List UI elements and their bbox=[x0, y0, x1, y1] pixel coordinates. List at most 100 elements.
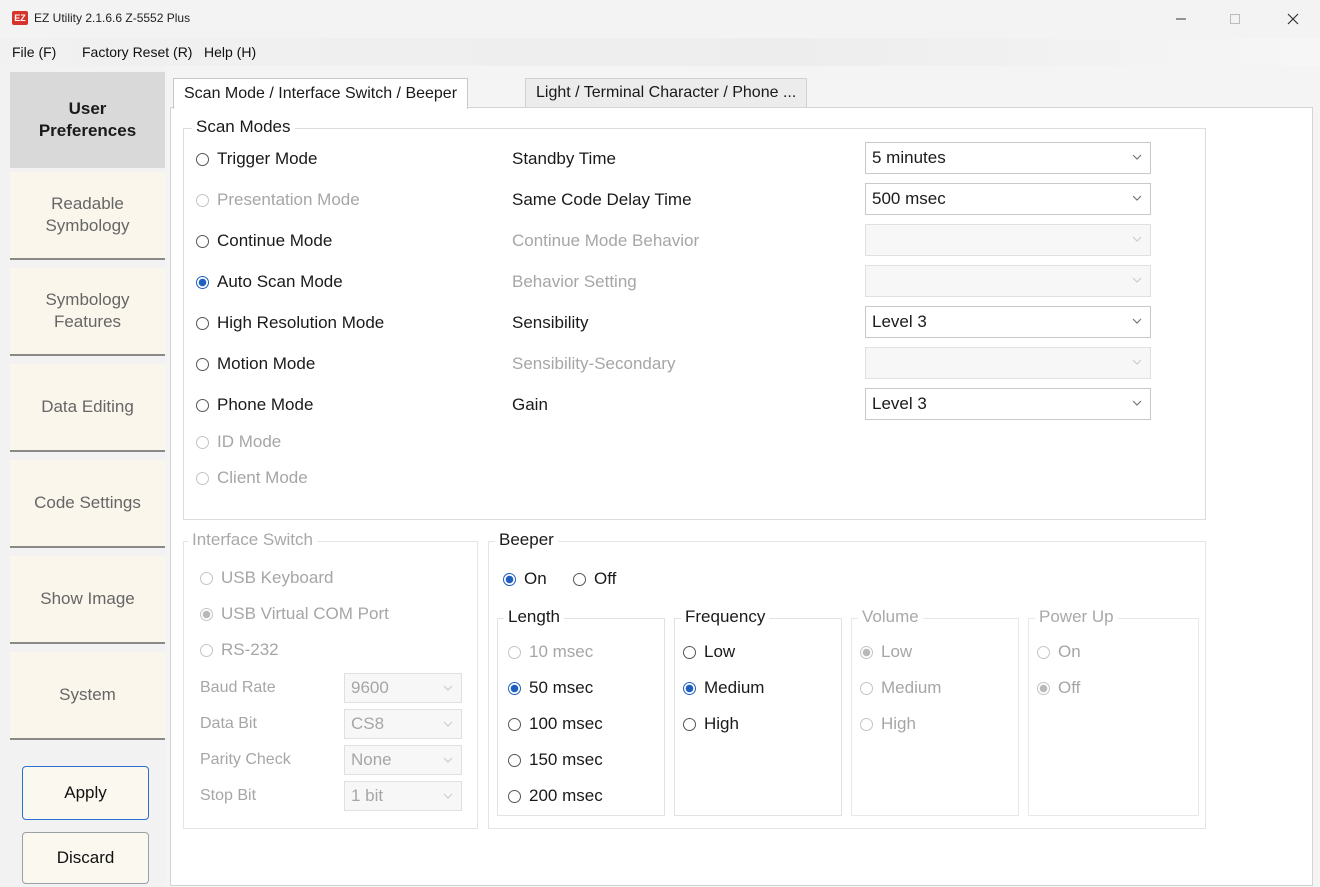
tab-scan-mode[interactable]: Scan Mode / Interface Switch / Beeper bbox=[173, 78, 469, 109]
stop-bit-select[interactable]: 1 bit bbox=[344, 781, 462, 811]
radio-continue-mode[interactable]: Continue Mode bbox=[196, 231, 332, 251]
frequency-group: Frequency Low Medium High bbox=[674, 607, 842, 816]
chevron-down-icon bbox=[1132, 195, 1142, 201]
radio-length-150[interactable]: 150 msec bbox=[508, 750, 603, 770]
continue-mode-behavior-label: Continue Mode Behavior bbox=[512, 231, 700, 250]
frequency-title: Frequency bbox=[681, 607, 770, 627]
standby-time-select[interactable]: 5 minutes bbox=[865, 142, 1151, 174]
gain-select[interactable]: Level 3 bbox=[865, 388, 1151, 420]
data-bit-select[interactable]: CS8 bbox=[344, 709, 462, 739]
radio-high-resolution-mode[interactable]: High Resolution Mode bbox=[196, 313, 384, 333]
baud-rate-select[interactable]: 9600 bbox=[344, 673, 462, 703]
radio-icon bbox=[200, 643, 213, 657]
volume-title: Volume bbox=[858, 607, 923, 627]
radio-auto-scan-mode[interactable]: Auto Scan Mode bbox=[196, 272, 343, 292]
radio-volume-low[interactable]: Low bbox=[860, 642, 912, 662]
parity-check-label: Parity Check bbox=[200, 751, 291, 768]
discard-button[interactable]: Discard bbox=[22, 832, 149, 884]
radio-frequency-high[interactable]: High bbox=[683, 714, 739, 734]
interface-switch-title: Interface Switch bbox=[188, 530, 317, 550]
interface-switch-group: Interface Switch USB Keyboard USB Virtua… bbox=[183, 530, 478, 829]
radio-icon bbox=[508, 717, 521, 731]
sidebar-item-system[interactable]: System bbox=[10, 652, 165, 740]
maximize-icon bbox=[1230, 14, 1240, 24]
radio-volume-high[interactable]: High bbox=[860, 714, 916, 734]
maximize-button[interactable] bbox=[1212, 0, 1258, 38]
radio-power-up-on[interactable]: On bbox=[1037, 642, 1081, 662]
radio-length-100[interactable]: 100 msec bbox=[508, 714, 603, 734]
radio-frequency-medium[interactable]: Medium bbox=[683, 678, 764, 698]
parity-check-select[interactable]: None bbox=[344, 745, 462, 775]
sidebar-item-symbology-features[interactable]: Symbology Features bbox=[10, 268, 165, 356]
chevron-down-icon bbox=[1132, 154, 1142, 160]
radio-rs-232[interactable]: RS-232 bbox=[200, 640, 279, 660]
sensibility-secondary-label: Sensibility-Secondary bbox=[512, 354, 676, 373]
chevron-down-icon bbox=[443, 685, 453, 691]
sensibility-secondary-select[interactable] bbox=[865, 347, 1151, 379]
radio-icon bbox=[196, 471, 209, 485]
radio-beeper-on[interactable]: On bbox=[503, 569, 547, 589]
gain-label: Gain bbox=[512, 395, 548, 414]
radio-icon bbox=[508, 789, 521, 803]
menu-file[interactable]: File (F) bbox=[12, 44, 56, 60]
radio-icon bbox=[196, 193, 209, 207]
scan-modes-title: Scan Modes bbox=[192, 117, 295, 137]
radio-icon bbox=[683, 645, 696, 659]
sidebar-item-show-image[interactable]: Show Image bbox=[10, 556, 165, 644]
radio-length-10[interactable]: 10 msec bbox=[508, 642, 593, 662]
behavior-setting-select[interactable] bbox=[865, 265, 1151, 297]
tab-light-terminal[interactable]: Light / Terminal Character / Phone ... bbox=[525, 78, 808, 108]
radio-icon bbox=[196, 435, 209, 449]
radio-id-mode[interactable]: ID Mode bbox=[196, 432, 281, 452]
radio-motion-mode[interactable]: Motion Mode bbox=[196, 354, 315, 374]
menu-help[interactable]: Help (H) bbox=[204, 44, 256, 60]
sidebar-item-data-editing[interactable]: Data Editing bbox=[10, 364, 165, 452]
sidebar-item-code-settings[interactable]: Code Settings bbox=[10, 460, 165, 548]
radio-usb-virtual-com-port[interactable]: USB Virtual COM Port bbox=[200, 604, 389, 624]
radio-frequency-low[interactable]: Low bbox=[683, 642, 735, 662]
radio-volume-medium[interactable]: Medium bbox=[860, 678, 941, 698]
chevron-down-icon bbox=[1132, 236, 1142, 242]
close-button[interactable] bbox=[1270, 0, 1316, 38]
radio-presentation-mode[interactable]: Presentation Mode bbox=[196, 190, 360, 210]
radio-length-200[interactable]: 200 msec bbox=[508, 786, 603, 806]
sidebar-item-readable-symbology[interactable]: Readable Symbology bbox=[10, 172, 165, 260]
radio-selected-icon bbox=[1037, 681, 1050, 695]
apply-button[interactable]: Apply bbox=[22, 766, 149, 820]
tab-panel: Scan Modes Trigger Mode Presentation Mod… bbox=[170, 107, 1313, 886]
standby-time-label: Standby Time bbox=[512, 149, 616, 168]
radio-phone-mode[interactable]: Phone Mode bbox=[196, 395, 313, 415]
sidebar-item-user-preferences[interactable]: User Preferences bbox=[10, 72, 165, 168]
radio-icon bbox=[200, 571, 213, 585]
stop-bit-label: Stop Bit bbox=[200, 787, 257, 804]
same-code-delay-select[interactable]: 500 msec bbox=[865, 183, 1151, 215]
radio-selected-icon bbox=[200, 607, 213, 621]
sensibility-select[interactable]: Level 3 bbox=[865, 306, 1151, 338]
radio-power-up-off[interactable]: Off bbox=[1037, 678, 1080, 698]
radio-selected-icon bbox=[196, 275, 209, 289]
radio-icon bbox=[196, 357, 209, 371]
power-up-group: Power Up On Off bbox=[1028, 607, 1199, 816]
radio-trigger-mode[interactable]: Trigger Mode bbox=[196, 149, 317, 169]
app-logo-icon: EZ bbox=[12, 11, 28, 25]
title-bar: EZ EZ Utility 2.1.6.6 Z-5552 Plus bbox=[0, 0, 1320, 38]
radio-icon bbox=[683, 717, 696, 731]
radio-length-50[interactable]: 50 msec bbox=[508, 678, 593, 698]
volume-group: Volume Low Medium High bbox=[851, 607, 1019, 816]
minimize-icon bbox=[1176, 18, 1186, 20]
radio-client-mode[interactable]: Client Mode bbox=[196, 468, 308, 488]
beeper-group: Beeper On Off Length 10 msec 50 msec 100… bbox=[488, 530, 1206, 829]
data-bit-label: Data Bit bbox=[200, 715, 257, 732]
continue-mode-behavior-select[interactable] bbox=[865, 224, 1151, 256]
menu-bar: File (F) Factory Reset (R) Help (H) bbox=[0, 38, 1320, 66]
close-icon bbox=[1287, 13, 1299, 25]
chevron-down-icon bbox=[1132, 400, 1142, 406]
radio-usb-keyboard[interactable]: USB Keyboard bbox=[200, 568, 333, 588]
menu-factory-reset[interactable]: Factory Reset (R) bbox=[82, 44, 192, 60]
baud-rate-label: Baud Rate bbox=[200, 679, 276, 696]
radio-selected-icon bbox=[503, 572, 516, 586]
minimize-button[interactable] bbox=[1158, 0, 1204, 38]
radio-icon bbox=[196, 152, 209, 166]
radio-beeper-off[interactable]: Off bbox=[573, 569, 616, 589]
sidebar: User Preferences Readable Symbology Symb… bbox=[0, 66, 165, 887]
